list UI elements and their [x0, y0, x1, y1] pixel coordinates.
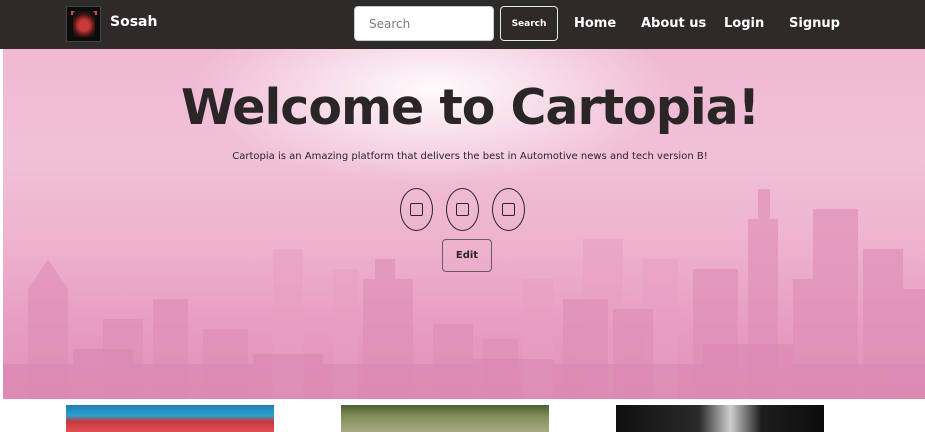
- hero-subtitle: Cartopia is an Amazing platform that del…: [232, 151, 708, 162]
- square-icon: [410, 203, 423, 216]
- search-input[interactable]: [354, 6, 494, 41]
- icon-button-1[interactable]: [400, 188, 433, 231]
- car-photo-thumbnail[interactable]: [66, 405, 274, 432]
- icon-button-3[interactable]: [492, 188, 525, 231]
- site-logo[interactable]: [66, 6, 101, 42]
- search-button[interactable]: Search: [500, 6, 558, 41]
- nav-link-login[interactable]: Login: [724, 16, 764, 31]
- nav-link-signup[interactable]: Signup: [789, 16, 840, 31]
- black-white-photo-thumbnail[interactable]: [616, 405, 824, 432]
- brand-name[interactable]: Sosah: [110, 14, 157, 30]
- forest-road-photo-thumbnail[interactable]: [341, 405, 549, 432]
- square-icon: [456, 203, 469, 216]
- icon-button-2[interactable]: [446, 188, 479, 231]
- city-skyline-background: [3, 189, 925, 399]
- nav-link-home[interactable]: Home: [574, 16, 616, 31]
- logo-emblem: [73, 11, 95, 37]
- nav-link-about-us[interactable]: About us: [641, 16, 706, 31]
- square-icon: [502, 203, 515, 216]
- edit-button[interactable]: Edit: [442, 239, 492, 272]
- top-navbar: Sosah Search Home About us Login Signup: [0, 0, 925, 49]
- hero-title: Welcome to Cartopia!: [180, 79, 760, 136]
- hero-banner: Welcome to Cartopia! Cartopia is an Amaz…: [3, 49, 925, 399]
